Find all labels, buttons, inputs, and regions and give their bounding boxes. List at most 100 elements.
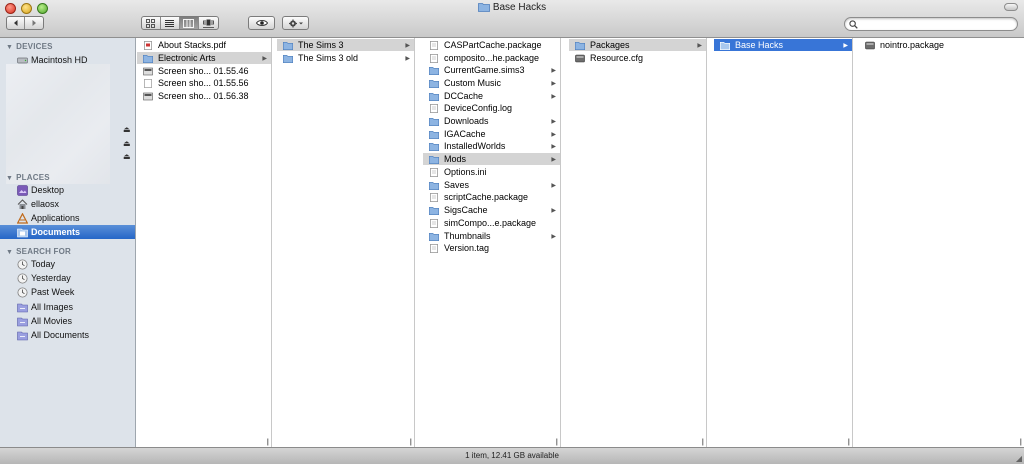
file-row[interactable]: composito...he.package <box>423 52 560 64</box>
sidebar-item-home[interactable]: ellaosx <box>0 197 135 211</box>
column-resize-handle[interactable]: || <box>714 438 852 447</box>
column-resize-handle[interactable]: || <box>137 438 271 447</box>
file-row[interactable]: Resource.cfg <box>569 52 706 64</box>
status-bar: 1 item, 12.41 GB available ◢ <box>0 447 1024 464</box>
column-browser: About Stacks.pdf Electronic Arts ▶ Scree… <box>137 38 1024 447</box>
eject-icon[interactable]: ⏏ <box>123 152 131 161</box>
redacted-region <box>6 64 110 184</box>
sidebar-item-yesterday[interactable]: Yesterday <box>0 271 135 285</box>
disclosure-arrow-icon: ▶ <box>405 42 410 49</box>
sidebar-section-places[interactable]: ▼ PLACES <box>6 173 50 182</box>
disclosure-arrow-icon: ▶ <box>262 55 267 62</box>
file-row[interactable]: nointro.package <box>859 39 1024 51</box>
file-row[interactable]: Screen sho... 01.55.56 <box>137 77 271 89</box>
blank-file-icon <box>144 78 152 88</box>
folder-row[interactable]: Saves ▶ <box>423 179 560 191</box>
document-file-icon <box>430 103 438 113</box>
file-row[interactable]: Options.ini <box>423 166 560 178</box>
column-4[interactable]: Packages ▶ Resource.cfg || <box>569 38 707 447</box>
disclosure-arrow-icon: ▶ <box>551 182 556 189</box>
back-button[interactable] <box>7 17 25 29</box>
folder-row[interactable]: Base Hacks ▶ <box>714 39 852 51</box>
column-resize-handle[interactable]: || <box>423 438 560 447</box>
column-6[interactable]: nointro.package || <box>859 38 1024 447</box>
column-5[interactable]: Base Hacks ▶ || <box>714 38 853 447</box>
disclosure-arrow-icon: ▶ <box>551 207 556 214</box>
document-file-icon <box>430 192 438 202</box>
file-row[interactable]: Screen sho... 01.56.38 <box>137 90 271 102</box>
folder-row[interactable]: Mods ▶ <box>423 153 560 165</box>
list-view-icon <box>165 19 175 27</box>
folder-row[interactable]: IGACache ▶ <box>423 128 560 140</box>
action-menu-button[interactable] <box>283 17 308 29</box>
file-row[interactable]: Version.tag <box>423 242 560 254</box>
folder-row[interactable]: Electronic Arts ▶ <box>137 52 271 64</box>
window-title-text: Base Hacks <box>492 2 547 13</box>
icon-view-icon <box>146 18 156 28</box>
clock-icon <box>17 273 28 283</box>
folder-icon <box>283 54 293 63</box>
window-resize-grip-icon[interactable]: ◢ <box>1016 451 1022 467</box>
column-resize-handle[interactable]: || <box>859 438 1024 447</box>
folder-row[interactable]: Thumbnails ▶ <box>423 230 560 242</box>
disclosure-triangle-icon: ▼ <box>6 175 14 182</box>
column-resize-handle[interactable]: || <box>277 438 414 447</box>
folder-row[interactable]: The Sims 3 ▶ <box>277 39 414 51</box>
file-row[interactable]: simCompo...e.package <box>423 217 560 229</box>
column-1[interactable]: About Stacks.pdf Electronic Arts ▶ Scree… <box>137 38 272 447</box>
sidebar-section-devices[interactable]: ▼ DEVICES <box>6 42 53 51</box>
column-3[interactable]: CASPartCache.package composito...he.pack… <box>423 38 561 447</box>
folder-row[interactable]: Custom Music ▶ <box>423 77 560 89</box>
file-row[interactable]: CASPartCache.package <box>423 39 560 51</box>
sidebar-item-all-documents[interactable]: All Documents <box>0 328 135 342</box>
folder-icon <box>429 66 439 75</box>
folder-row[interactable]: Packages ▶ <box>569 39 706 51</box>
clock-icon <box>17 259 28 269</box>
column-resize-handle[interactable]: || <box>569 438 706 447</box>
sidebar-item-past-week[interactable]: Past Week <box>0 285 135 299</box>
view-mode-group <box>141 16 219 30</box>
coverflow-view-button[interactable] <box>199 17 218 29</box>
disclosure-arrow-icon: ▶ <box>551 143 556 150</box>
file-row[interactable]: DeviceConfig.log <box>423 102 560 114</box>
sidebar-item-applications[interactable]: Applications <box>0 211 135 225</box>
sidebar-item-desktop[interactable]: Desktop <box>0 183 135 197</box>
sidebar-item-all-images[interactable]: All Images <box>0 300 135 314</box>
folder-icon <box>429 232 439 241</box>
disclosure-triangle-icon: ▼ <box>6 249 14 256</box>
sidebar-item-all-movies[interactable]: All Movies <box>0 314 135 328</box>
column-view-button[interactable] <box>179 17 200 29</box>
search-icon <box>849 20 858 29</box>
icon-view-button[interactable] <box>142 17 161 29</box>
documents-icon <box>17 228 28 237</box>
list-view-button[interactable] <box>161 17 180 29</box>
folder-row[interactable]: The Sims 3 old ▶ <box>277 52 414 64</box>
folder-row[interactable]: SigsCache ▶ <box>423 204 560 216</box>
folder-row[interactable]: Downloads ▶ <box>423 115 560 127</box>
sidebar-item-documents[interactable]: Documents <box>0 225 135 239</box>
file-row[interactable]: scriptCache.package <box>423 191 560 203</box>
folder-row[interactable]: InstalledWorlds ▶ <box>423 140 560 152</box>
eject-icon[interactable]: ⏏ <box>123 139 131 148</box>
disclosure-arrow-icon: ▶ <box>405 55 410 62</box>
search-field[interactable] <box>844 17 1018 31</box>
file-row[interactable]: Screen sho... 01.55.46 <box>137 65 271 77</box>
folder-row[interactable]: CurrentGame.sims3 ▶ <box>423 64 560 76</box>
resize-grip-icon: || <box>847 439 849 446</box>
quick-look-button[interactable] <box>249 17 274 29</box>
coverflow-view-icon <box>203 19 215 28</box>
document-file-icon <box>430 167 438 177</box>
eject-icon[interactable]: ⏏ <box>123 125 131 134</box>
toolbar-toggle-button[interactable] <box>1004 3 1018 11</box>
folder-row[interactable]: DCCache ▶ <box>423 90 560 102</box>
sidebar: ▼ DEVICES Macintosh HD ⏏ ⏏ ⏏ ▼ PLACES Desk… <box>0 38 136 447</box>
folder-icon <box>429 117 439 126</box>
back-forward-group <box>6 16 44 30</box>
sidebar-item-today[interactable]: Today <box>0 257 135 271</box>
resize-grip-icon: || <box>409 439 411 446</box>
file-row[interactable]: About Stacks.pdf <box>137 39 271 51</box>
forward-button[interactable] <box>25 17 43 29</box>
document-file-icon <box>430 218 438 228</box>
sidebar-section-search-for[interactable]: ▼ SEARCH FOR <box>6 247 71 256</box>
column-2[interactable]: The Sims 3 ▶ The Sims 3 old ▶ || <box>277 38 415 447</box>
